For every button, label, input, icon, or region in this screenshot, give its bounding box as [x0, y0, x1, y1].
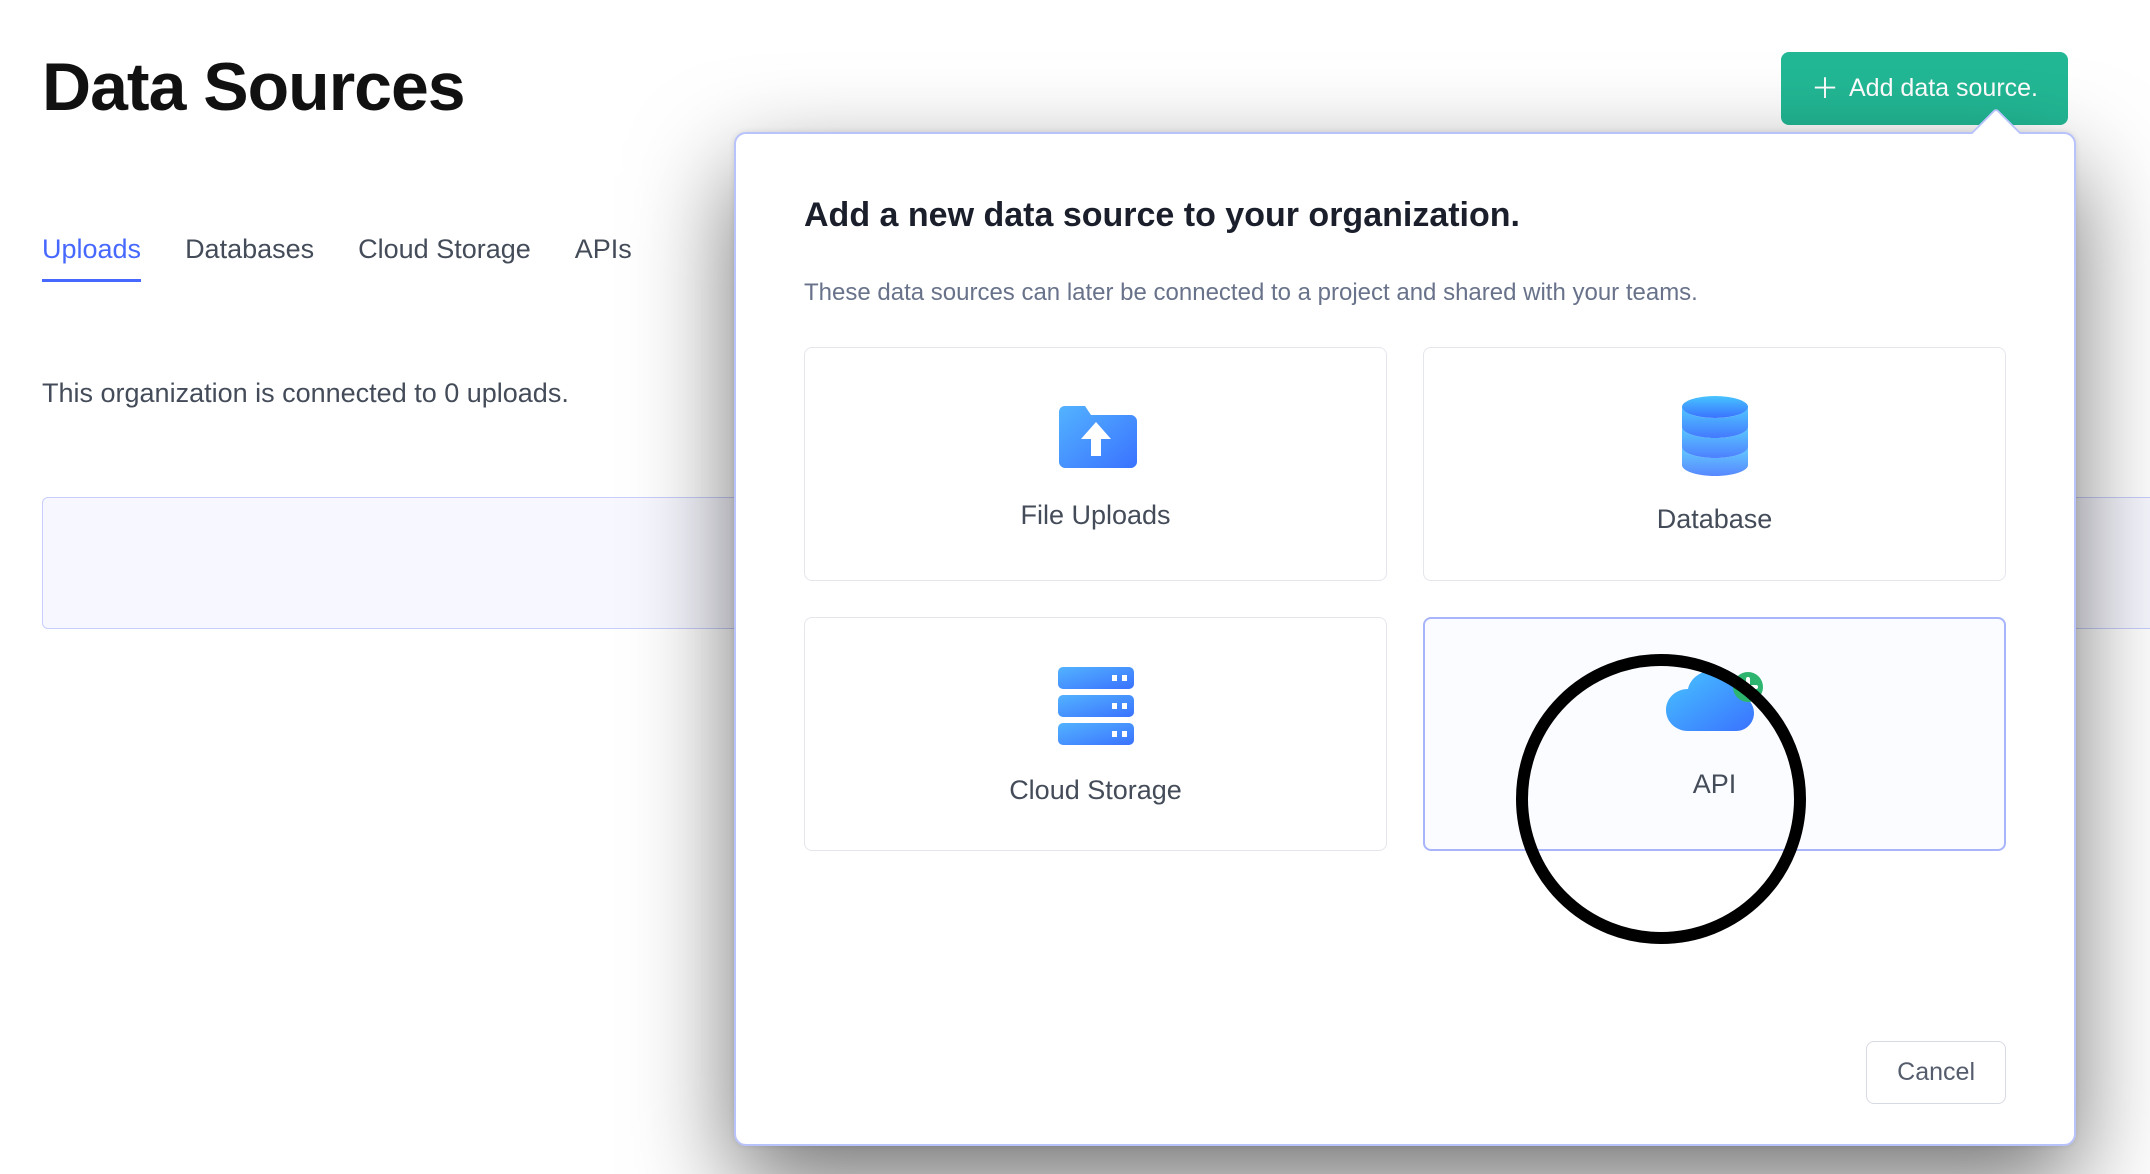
tab-apis[interactable]: APIs — [575, 234, 632, 282]
tab-databases[interactable]: Databases — [185, 234, 314, 282]
option-api[interactable]: API — [1423, 617, 2006, 851]
add-data-source-modal: Add a new data source to your organizati… — [734, 132, 2076, 1146]
page-title: Data Sources — [42, 48, 465, 126]
database-icon — [1676, 394, 1754, 478]
add-data-source-button[interactable]: ＋ Add data source. — [1781, 52, 2068, 125]
option-label: Cloud Storage — [1009, 775, 1182, 806]
modal-footer: Cancel — [804, 1041, 2006, 1104]
page: Data Sources ＋ Add data source. Uploads … — [0, 0, 2150, 1174]
header-row: Data Sources ＋ Add data source. — [42, 48, 2108, 126]
upload-folder-icon — [1053, 398, 1139, 474]
option-file-uploads[interactable]: File Uploads — [804, 347, 1387, 581]
data-source-options-grid: File Uploads Database — [804, 347, 2006, 851]
tab-uploads[interactable]: Uploads — [42, 234, 141, 282]
modal-title: Add a new data source to your organizati… — [804, 196, 2006, 235]
plus-icon: ＋ — [1811, 75, 1839, 103]
tab-cloud-storage[interactable]: Cloud Storage — [358, 234, 531, 282]
option-cloud-storage[interactable]: Cloud Storage — [804, 617, 1387, 851]
add-data-source-button-label: Add data source. — [1849, 74, 2038, 103]
option-label: API — [1693, 769, 1737, 800]
option-database[interactable]: Database — [1423, 347, 2006, 581]
option-label: File Uploads — [1020, 500, 1170, 531]
modal-subtitle: These data sources can later be connecte… — [804, 279, 2006, 307]
option-label: Database — [1657, 504, 1773, 535]
server-icon — [1052, 663, 1140, 749]
cloud-plus-icon — [1662, 669, 1768, 743]
cancel-button[interactable]: Cancel — [1866, 1041, 2006, 1104]
